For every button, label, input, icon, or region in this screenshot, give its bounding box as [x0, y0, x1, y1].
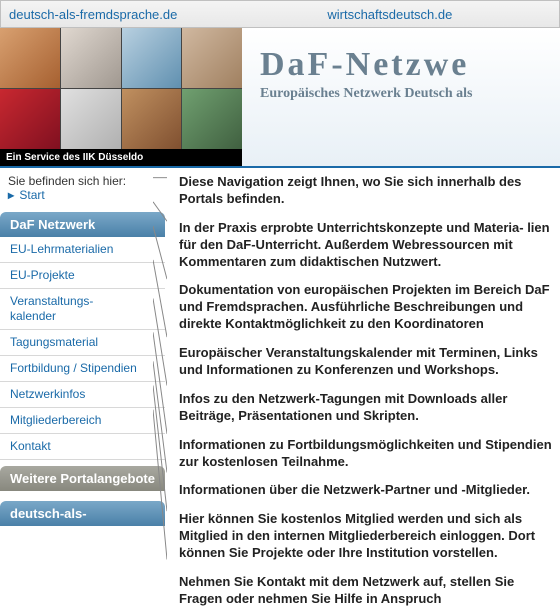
- desc-netzwerkinfos: Informationen über die Netzwerk-Partner …: [179, 482, 556, 499]
- nav-item-kontakt[interactable]: Kontakt: [0, 434, 165, 460]
- service-line: Ein Service des IIK Düsseldo: [0, 149, 242, 166]
- desc-lehrmaterialien: In der Praxis erprobte Unterrichtskonzep…: [179, 220, 556, 271]
- header-brand-block: DaF-Netzwe Europäisches Netzwerk Deutsch…: [242, 28, 560, 166]
- nav-item-netzwerkinfos[interactable]: Netzwerkinfos: [0, 382, 165, 408]
- desc-kontakt: Nehmen Sie Kontakt mit dem Netzwerk auf,…: [179, 574, 556, 608]
- top-link-daf[interactable]: deutsch-als-fremdsprache.de: [9, 7, 177, 22]
- header-photo-block: Ein Service des IIK Düsseldo: [0, 28, 242, 166]
- nav-item-projekte[interactable]: EU-Projekte: [0, 263, 165, 289]
- top-link-wirtschaft[interactable]: wirtschaftsdeutsch.de: [327, 7, 452, 22]
- nav-item-lehrmaterialien[interactable]: EU-Lehrmaterialien: [0, 237, 165, 263]
- desc-projekte: Dokumentation von europäischen Projekten…: [179, 282, 556, 333]
- nav-item-tagungsmaterial[interactable]: Tagungsmaterial: [0, 330, 165, 356]
- photo-cell: [61, 28, 121, 88]
- photo-cell: [182, 89, 242, 149]
- nav-header-weitere: Weitere Portalangebote: [0, 466, 165, 491]
- nav-header-deutsch-als: deutsch-als-: [0, 501, 165, 526]
- nav-item-fortbildung[interactable]: Fortbildung / Stipendien: [0, 356, 165, 382]
- photo-cell: [61, 89, 121, 149]
- desc-veranstaltungskalender: Europäischer Veranstaltungskalender mit …: [179, 345, 556, 379]
- breadcrumb-start[interactable]: Start: [19, 188, 44, 202]
- nav-item-mitgliederbereich[interactable]: Mitgliederbereich: [0, 408, 165, 434]
- photo-cell: [122, 89, 182, 149]
- desc-fortbildung: Informationen zu Fortbildungsmöglichkeit…: [179, 437, 556, 471]
- sidebar: Sie befinden sich hier: ▸ Start DaF Netz…: [0, 168, 165, 574]
- photo-cell: [0, 28, 60, 88]
- content-area: Sie befinden sich hier: ▸ Start DaF Netz…: [0, 168, 560, 574]
- header: Ein Service des IIK Düsseldo DaF-Netzwe …: [0, 28, 560, 168]
- brand-title: DaF-Netzwe: [260, 46, 560, 84]
- breadcrumb: Sie befinden sich hier: ▸ Start: [0, 168, 165, 206]
- photo-collage: [0, 28, 242, 149]
- top-link-bar: deutsch-als-fremdsprache.de wirtschaftsd…: [0, 0, 560, 28]
- photo-cell: [0, 89, 60, 149]
- photo-cell: [182, 28, 242, 88]
- desc-mitgliederbereich: Hier können Sie kostenlos Mitglied werde…: [179, 511, 556, 562]
- chevron-right-icon: ▸: [8, 188, 14, 202]
- brand-tagline: Europäisches Netzwerk Deutsch als: [260, 86, 560, 102]
- breadcrumb-label: Sie befinden sich hier:: [8, 174, 126, 188]
- description-panel: Diese Navigation zeigt Ihnen, wo Sie sic…: [165, 168, 560, 574]
- desc-tagungsmaterial: Infos zu den Netzwerk-Tagungen mit Downl…: [179, 391, 556, 425]
- desc-breadcrumb: Diese Navigation zeigt Ihnen, wo Sie sic…: [179, 174, 556, 208]
- photo-cell: [122, 28, 182, 88]
- nav-header-daf: DaF Netzwerk: [0, 212, 165, 237]
- nav-item-veranstaltungskalender[interactable]: Veranstaltungs- kalender: [0, 289, 165, 330]
